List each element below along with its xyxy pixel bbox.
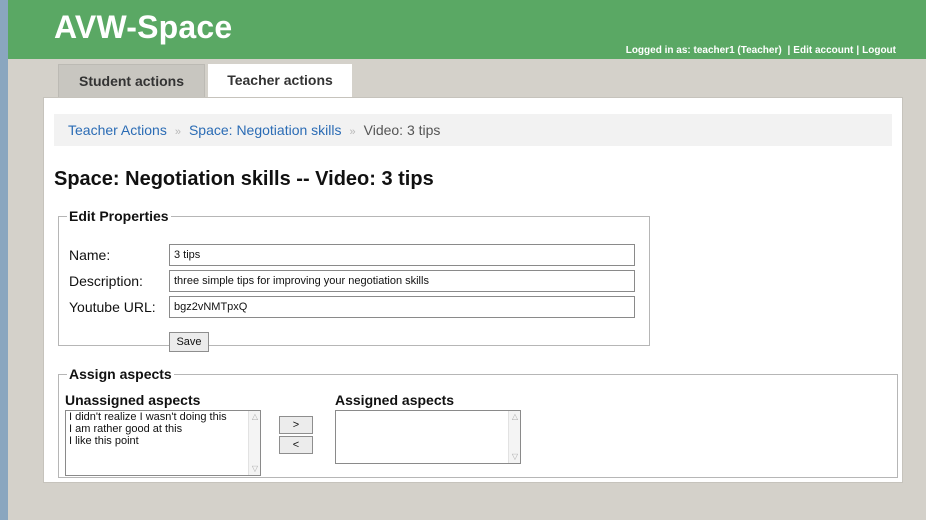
save-button[interactable]: Save <box>169 332 209 352</box>
header-bar: AVW-Space Logged in as: teacher1 (Teache… <box>8 0 926 59</box>
breadcrumb-separator: » <box>349 126 356 138</box>
assign-aspects-legend: Assign aspects <box>69 366 172 382</box>
youtube-url-row: Youtube URL: <box>69 296 639 318</box>
window-left-border <box>0 0 8 520</box>
page: AVW-Space Logged in as: teacher1 (Teache… <box>8 0 926 520</box>
edit-properties-legend: Edit Properties <box>69 208 169 224</box>
login-info: Logged in as: teacher1 (Teacher) | Edit a… <box>626 45 896 56</box>
separator: | <box>787 45 791 56</box>
scroll-up-icon[interactable]: △ <box>249 412 260 422</box>
list-item[interactable]: I like this point <box>66 435 260 447</box>
description-label: Description: <box>69 273 143 289</box>
logged-in-user: teacher1 (Teacher) <box>693 45 782 56</box>
assigned-aspects-list[interactable]: △ ▽ <box>335 410 521 464</box>
breadcrumb-teacher-actions[interactable]: Teacher Actions <box>68 122 167 138</box>
breadcrumb: Teacher Actions » Space: Negotiation skill… <box>54 114 892 146</box>
scroll-down-icon[interactable]: ▽ <box>509 452 520 462</box>
edit-properties-fieldset: Edit Properties Name: Description: Youtu… <box>58 208 650 352</box>
scroll-down-icon[interactable]: ▽ <box>249 464 260 474</box>
app-title: AVW-Space <box>54 9 233 45</box>
logout-link[interactable]: Logout <box>862 45 896 56</box>
scrollbar[interactable]: △ ▽ <box>508 411 520 463</box>
list-item[interactable]: I didn't realize I wasn't doing this <box>66 411 260 423</box>
move-right-button[interactable]: > <box>279 416 313 434</box>
scroll-up-icon[interactable]: △ <box>509 412 520 422</box>
name-field[interactable] <box>169 244 635 266</box>
edit-account-link[interactable]: Edit account <box>793 45 853 56</box>
tab-student-actions[interactable]: Student actions <box>58 64 205 98</box>
assign-aspects-fieldset: Assign aspects Unassigned aspects I didn… <box>58 366 898 478</box>
separator: | <box>856 45 860 56</box>
content-panel: Teacher Actions » Space: Negotiation skill… <box>43 97 903 483</box>
unassigned-aspects-list[interactable]: I didn't realize I wasn't doing this I a… <box>65 410 261 476</box>
page-title: Space: Negotiation skills -- Video: 3 ti… <box>54 168 434 190</box>
description-field[interactable] <box>169 270 635 292</box>
youtube-url-field[interactable] <box>169 296 635 318</box>
description-row: Description: <box>69 270 639 292</box>
name-row: Name: <box>69 244 639 266</box>
breadcrumb-current: Video: 3 tips <box>363 122 441 138</box>
scrollbar[interactable]: △ ▽ <box>248 411 260 475</box>
list-item[interactable]: I am rather good at this <box>66 423 260 435</box>
youtube-url-label: Youtube URL: <box>69 299 156 315</box>
tab-teacher-actions[interactable]: Teacher actions <box>208 64 352 98</box>
move-left-button[interactable]: < <box>279 436 313 454</box>
name-label: Name: <box>69 247 111 263</box>
assigned-aspects-title: Assigned aspects <box>335 392 455 408</box>
logged-in-label: Logged in as: <box>625 45 691 56</box>
breadcrumb-space[interactable]: Space: Negotiation skills <box>189 122 342 138</box>
breadcrumb-separator: » <box>174 126 181 138</box>
unassigned-aspects-title: Unassigned aspects <box>65 392 201 408</box>
